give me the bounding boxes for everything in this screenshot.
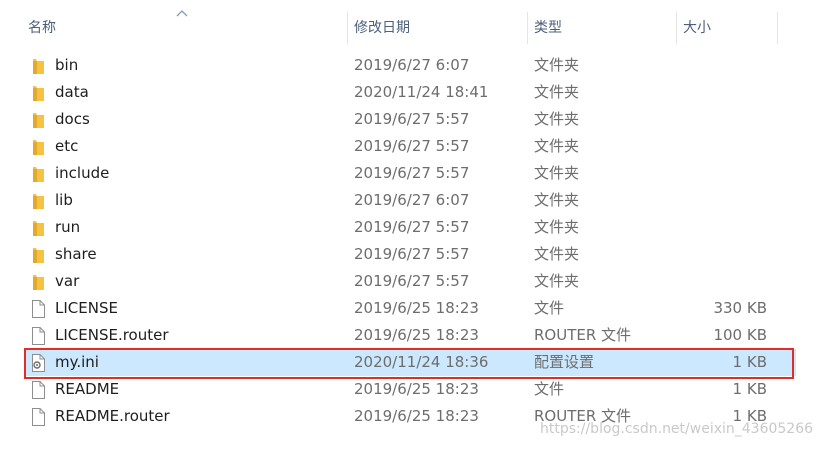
file-name: data [55, 83, 89, 101]
file-row[interactable]: etc 2019/6/27 5:57 文件夹 [24, 133, 796, 160]
file-type: 配置设置 [534, 353, 595, 371]
modified-date: 2019/6/27 5:57 [354, 218, 470, 236]
file-name: var [55, 272, 80, 290]
file-size: 1 KB [732, 353, 767, 371]
file-icon [32, 300, 45, 318]
file-type: 文件夹 [534, 191, 580, 209]
file-type: 文件夹 [534, 110, 580, 128]
file-name: etc [55, 137, 79, 155]
file-icon [32, 408, 45, 426]
file-row[interactable]: var 2019/6/27 5:57 文件夹 [24, 268, 796, 295]
file-type: 文件 [534, 299, 565, 317]
modified-date: 2019/6/27 6:07 [354, 191, 470, 209]
file-name: README.router [55, 407, 170, 425]
file-row[interactable]: LICENSE.router 2019/6/25 18:23 ROUTER 文件 10… [24, 322, 796, 349]
folder-icon [33, 167, 44, 182]
file-name: run [55, 218, 81, 236]
file-row[interactable]: include 2019/6/27 5:57 文件夹 [24, 160, 796, 187]
folder-icon [33, 140, 44, 155]
file-size: 330 KB [713, 299, 767, 317]
column-divider[interactable] [777, 12, 778, 44]
file-name: README [55, 380, 120, 398]
modified-date: 2019/6/27 5:57 [354, 245, 470, 263]
column-header-date[interactable]: 修改日期 [347, 0, 527, 44]
file-name: lib [55, 191, 73, 209]
file-name: my.ini [55, 353, 99, 371]
file-type: 文件夹 [534, 56, 580, 74]
file-icon [32, 381, 45, 399]
modified-date: 2019/6/25 18:23 [354, 326, 479, 344]
modified-date: 2019/6/25 18:23 [354, 299, 479, 317]
file-row[interactable]: docs 2019/6/27 5:57 文件夹 [24, 106, 796, 133]
file-type: 文件夹 [534, 164, 580, 182]
column-header-bar: 名称 修改日期 类型 大小 [0, 0, 823, 44]
file-icon [32, 327, 45, 345]
file-type: 文件夹 [534, 272, 580, 290]
folder-icon [33, 59, 44, 74]
column-header-size[interactable]: 大小 [676, 0, 776, 44]
file-name: LICENSE.router [55, 326, 169, 344]
folder-icon [33, 248, 44, 263]
modified-date: 2019/6/25 18:23 [354, 407, 479, 425]
settings-file-icon [32, 354, 45, 372]
file-type: 文件夹 [534, 137, 580, 155]
modified-date: 2019/6/27 5:57 [354, 272, 470, 290]
folder-icon [33, 113, 44, 128]
modified-date: 2019/6/25 18:23 [354, 380, 479, 398]
folder-icon [33, 86, 44, 101]
modified-date: 2019/6/27 6:07 [354, 56, 470, 74]
folder-icon [33, 275, 44, 290]
watermark: https://blog.csdn.net/weixin_43605266 [540, 421, 814, 437]
file-row[interactable]: data 2020/11/24 18:41 文件夹 [24, 79, 796, 106]
file-row[interactable]: share 2019/6/27 5:57 文件夹 [24, 241, 796, 268]
file-type: 文件夹 [534, 83, 580, 101]
file-type: 文件 [534, 380, 565, 398]
file-row[interactable]: LICENSE 2019/6/25 18:23 文件 330 KB [24, 295, 796, 322]
file-row[interactable]: README 2019/6/25 18:23 文件 1 KB [24, 376, 796, 403]
file-name: docs [55, 110, 90, 128]
modified-date: 2019/6/27 5:57 [354, 164, 470, 182]
file-row[interactable]: lib 2019/6/27 6:07 文件夹 [24, 187, 796, 214]
modified-date: 2019/6/27 5:57 [354, 137, 470, 155]
column-header-name[interactable]: 名称 [21, 0, 347, 44]
file-size: 100 KB [713, 326, 767, 344]
file-row[interactable]: run 2019/6/27 5:57 文件夹 [24, 214, 796, 241]
file-name: bin [55, 56, 79, 74]
file-type: ROUTER 文件 [534, 326, 632, 344]
file-row[interactable]: my.ini 2020/11/24 18:36 配置设置 1 KB [24, 349, 796, 376]
column-header-type[interactable]: 类型 [527, 0, 676, 44]
folder-icon [33, 194, 44, 209]
file-name: share [55, 245, 97, 263]
folder-icon [33, 221, 44, 236]
file-type: 文件夹 [534, 245, 580, 263]
file-name: include [55, 164, 110, 182]
file-size: 1 KB [732, 380, 767, 398]
file-name: LICENSE [55, 299, 118, 317]
modified-date: 2019/6/27 5:57 [354, 110, 470, 128]
modified-date: 2020/11/24 18:41 [354, 83, 489, 101]
file-row[interactable]: bin 2019/6/27 6:07 文件夹 [24, 52, 796, 79]
modified-date: 2020/11/24 18:36 [354, 353, 489, 371]
file-type: 文件夹 [534, 218, 580, 236]
